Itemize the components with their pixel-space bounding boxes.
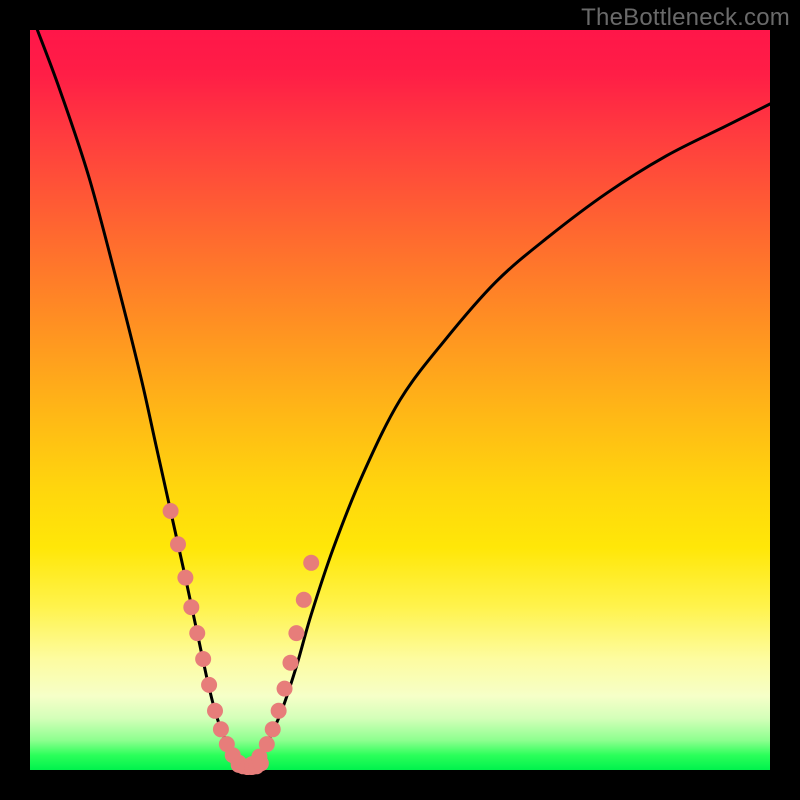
marker-right-8 — [296, 592, 312, 608]
marker-right-5 — [277, 681, 293, 697]
marker-left-7 — [207, 703, 223, 719]
watermark-text: TheBottleneck.com — [581, 4, 790, 32]
curve-left-branch — [37, 30, 244, 766]
marker-right-2 — [259, 736, 275, 752]
marker-right-6 — [282, 655, 298, 671]
marker-left-6 — [201, 677, 217, 693]
chart-frame: TheBottleneck.com — [0, 0, 800, 800]
bottleneck-curve — [37, 30, 770, 766]
marker-right-4 — [271, 703, 287, 719]
marker-left-3 — [183, 599, 199, 615]
curve-right-branch — [252, 104, 770, 766]
data-point-markers — [163, 503, 320, 775]
chart-svg — [30, 30, 770, 770]
marker-left-1 — [170, 536, 186, 552]
marker-right-7 — [288, 625, 304, 641]
marker-left-5 — [195, 651, 211, 667]
marker-right-3 — [265, 721, 281, 737]
marker-left-4 — [189, 625, 205, 641]
plot-area — [30, 30, 770, 770]
marker-bottom-5 — [253, 755, 269, 771]
marker-right-9 — [303, 555, 319, 571]
marker-left-2 — [177, 570, 193, 586]
marker-left-8 — [213, 721, 229, 737]
marker-left-0 — [163, 503, 179, 519]
